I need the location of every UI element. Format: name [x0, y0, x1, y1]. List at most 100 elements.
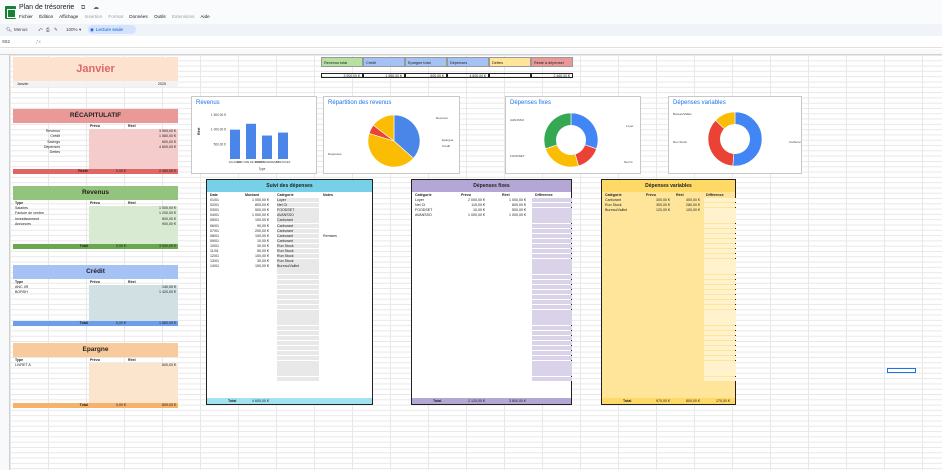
suivi-category-cell[interactable] [277, 315, 319, 320]
fixes-cell[interactable]: Loyer [415, 198, 424, 202]
credit-row-real[interactable]: 140,00 € [130, 285, 176, 289]
menu-format[interactable]: Format [108, 14, 123, 19]
suivi-cell[interactable]: 01/01 [210, 198, 219, 202]
suivi-category-cell[interactable] [277, 274, 319, 279]
search-menus-icon[interactable]: 🔍︎ [6, 27, 12, 33]
suivi-category-cell[interactable] [277, 300, 319, 305]
suivi-cell[interactable]: 12/01 [210, 254, 219, 258]
fixes-cell[interactable]: Net Ct [415, 203, 425, 207]
print-icon[interactable]: ⎙ [46, 27, 50, 32]
suivi-cell[interactable]: 100,00 € [235, 234, 269, 238]
suivi-category-cell[interactable] [277, 269, 319, 274]
suivi-category-cell[interactable] [277, 335, 319, 341]
suivi-cell[interactable]: 03/01 [210, 208, 219, 212]
suivi-category-cell[interactable] [277, 320, 319, 325]
fixes-cell[interactable]: 10,00 € [451, 208, 485, 212]
suivi-cell[interactable]: FOODSET [277, 208, 294, 212]
document-title[interactable]: Plan de trésorerie [19, 4, 74, 11]
fixes-cell[interactable]: 1 000,00 € [451, 213, 485, 217]
menu-insert[interactable]: Insertion [85, 14, 103, 19]
menu-help[interactable]: Aide [200, 14, 209, 19]
variables-cell[interactable]: 300,00 € [636, 198, 670, 202]
sheets-logo-icon[interactable] [5, 6, 16, 19]
menu-view[interactable]: Affichage [59, 14, 78, 19]
suivi-cell[interactable]: 500,00 € [235, 208, 269, 212]
suivi-category-cell[interactable] [277, 340, 319, 346]
suivi-category-cell[interactable] [277, 361, 319, 366]
paint-format-icon[interactable]: ✎ [54, 27, 58, 33]
suivi-cell[interactable]: 05/01 [210, 218, 219, 222]
fixes-cell[interactable]: 500,00 € [492, 208, 526, 212]
month-value[interactable]: Janvier [17, 82, 29, 86]
suivi-cell[interactable]: 1 000,00 € [235, 213, 269, 217]
fixes-cell[interactable]: AVANSSO [415, 213, 432, 217]
suivi-cell[interactable]: 50,00 € [235, 249, 269, 253]
readonly-badge[interactable]: ◉ Lecture seule [88, 25, 136, 34]
chart-revenus-bar[interactable] [278, 132, 288, 159]
suivi-cell[interactable]: 100,00 € [235, 218, 269, 222]
suivi-cell[interactable]: 04/01 [210, 213, 219, 217]
suivi-category-cell[interactable] [277, 294, 319, 300]
revenus-row-real[interactable]: 800,00 € [130, 217, 176, 221]
suivi-cell[interactable]: 200,00 € [235, 229, 269, 233]
suivi-category-cell[interactable] [277, 279, 319, 284]
menu-extensions[interactable]: Extensions [172, 14, 194, 19]
suivi-cell[interactable]: Run Stock [277, 249, 294, 253]
variables-cell[interactable]: 400,00 € [666, 198, 700, 202]
chart-revenus-bar[interactable] [246, 123, 256, 159]
menu-tools[interactable]: Outils [154, 14, 166, 19]
menu-file[interactable]: Fichier [19, 14, 33, 19]
menus-search[interactable]: Menus [14, 27, 28, 32]
chart-revenus-bar[interactable] [230, 129, 240, 159]
epargne-row-real[interactable]: 600,00 € [130, 363, 176, 367]
variables-cell[interactable]: Carburant [605, 198, 621, 202]
suivi-cell[interactable]: 90,00 € [235, 224, 269, 228]
menu-data[interactable]: Données [129, 14, 147, 19]
suivi-category-cell[interactable] [277, 371, 319, 376]
chart-repartition[interactable]: Répartition des revenus Revenus Dépenses E… [323, 96, 460, 174]
name-box[interactable]: S52 [2, 39, 10, 44]
zoom-select[interactable]: 100% [66, 27, 78, 32]
row-headers[interactable] [0, 55, 10, 470]
suivi-cell[interactable]: Carburant [277, 239, 293, 243]
year-value[interactable]: 2025 [158, 82, 166, 86]
chart-fixes[interactable]: Dépenses fixes Loyer FOODSET Net Ct AVANSSO [505, 96, 641, 174]
fixes-cell[interactable]: 800,00 € [492, 203, 526, 207]
suivi-cell[interactable]: AVANSSO [277, 213, 294, 217]
suivi-cell[interactable]: Run Stock [277, 259, 294, 263]
fixes-cell[interactable]: FOODSET [415, 208, 432, 212]
fixes-cell[interactable]: 2 000,00 € [451, 198, 485, 202]
recap-row-real[interactable]: 600,00 € [130, 140, 176, 144]
suivi-cell[interactable]: 100,00 € [235, 254, 269, 258]
revenus-row-real[interactable]: 900,00 € [130, 222, 176, 226]
credit-row-real[interactable]: 1 420,00 € [130, 290, 176, 294]
variables-cell[interactable]: Bureau/Vaillet [605, 208, 627, 212]
variables-cell[interactable]: Run Stock [605, 203, 622, 207]
chart-variables[interactable]: Dépenses variables Run StockCarburantBur… [668, 96, 802, 174]
suivi-category-cell[interactable] [277, 376, 319, 381]
variables-cell[interactable]: 300,00 € [636, 203, 670, 207]
revenus-row-real[interactable]: 1 000,00 € [130, 206, 176, 210]
suivi-cell[interactable]: 14/01 [210, 264, 219, 268]
suivi-cell[interactable]: 13/01 [210, 259, 219, 263]
chart-revenus[interactable]: Revenus 1 500,00 €1 000,00 €500,00 € Réel… [191, 96, 317, 174]
fixes-cell[interactable]: 1 000,00 € [492, 198, 526, 202]
suivi-cell[interactable]: 07/01 [210, 229, 219, 233]
title-icons[interactable]: ☆ ⧉ ☁ [68, 4, 102, 12]
suivi-category-cell[interactable] [277, 330, 319, 335]
suivi-cell[interactable]: 800,00 € [235, 203, 269, 207]
menu-edit[interactable]: Édition [39, 14, 53, 19]
selected-cell[interactable] [887, 368, 916, 373]
suivi-category-cell[interactable] [277, 366, 319, 371]
suivi-cell[interactable]: Carburant [277, 224, 293, 228]
suivi-cell[interactable]: Bureau/Vaillet [277, 264, 299, 268]
suivi-category-cell[interactable] [277, 351, 319, 356]
suivi-cell[interactable]: Net Ct [277, 203, 287, 207]
suivi-category-cell[interactable] [277, 284, 319, 290]
suivi-cell[interactable]: 30,00 € [235, 259, 269, 263]
suivi-cell[interactable]: 06/01 [210, 224, 219, 228]
suivi-category-cell[interactable] [277, 325, 319, 330]
suivi-cell[interactable]: 02/01 [210, 203, 219, 207]
fixes-cell[interactable]: 1 000,00 € [492, 213, 526, 217]
suivi-cell[interactable]: Run Stock [277, 244, 294, 248]
